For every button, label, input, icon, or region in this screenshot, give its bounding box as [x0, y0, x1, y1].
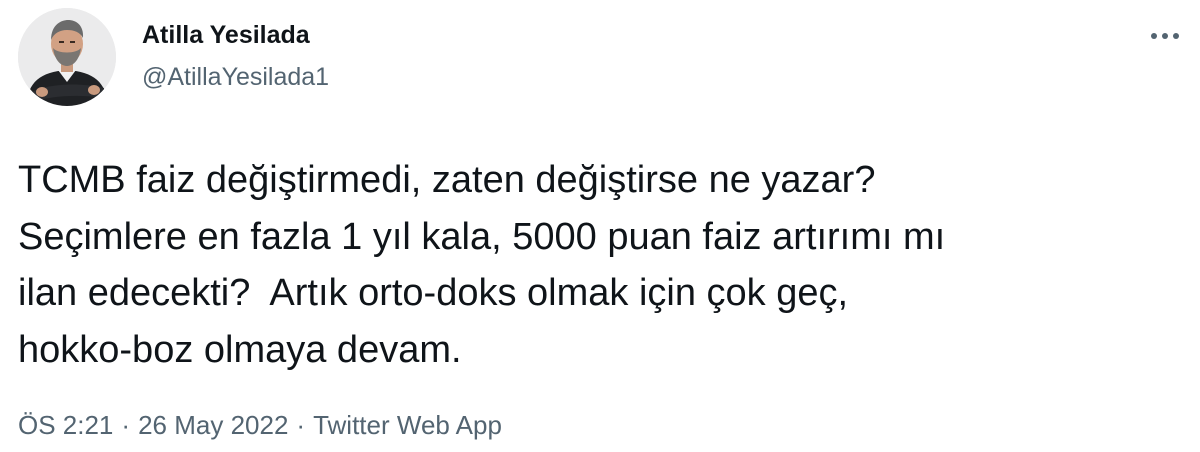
tweet-date[interactable]: 26 May 2022 [138, 410, 288, 440]
tweet-source[interactable]: Twitter Web App [313, 410, 502, 440]
author-name[interactable]: Atilla Yesilada [142, 20, 310, 50]
avatar[interactable] [18, 8, 116, 106]
profile-photo-icon [18, 8, 116, 106]
meta-separator: · [296, 410, 306, 440]
tweet-time[interactable]: ÖS 2:21 [18, 410, 113, 440]
meta-separator: · [121, 410, 131, 440]
tweet-text: TCMB faiz değiştirmedi, zaten değiştirse… [18, 159, 946, 371]
more-horizontal-icon [1151, 33, 1179, 39]
author-handle[interactable]: @AtillaYesilada1 [142, 62, 329, 92]
tweet-meta: ÖS 2:21 · 26 May 2022 · Twitter Web App [18, 408, 502, 442]
more-options-button[interactable] [1145, 24, 1185, 48]
tweet-card: Atilla Yesilada @AtillaYesilada1 TCMB fa… [0, 0, 1200, 452]
